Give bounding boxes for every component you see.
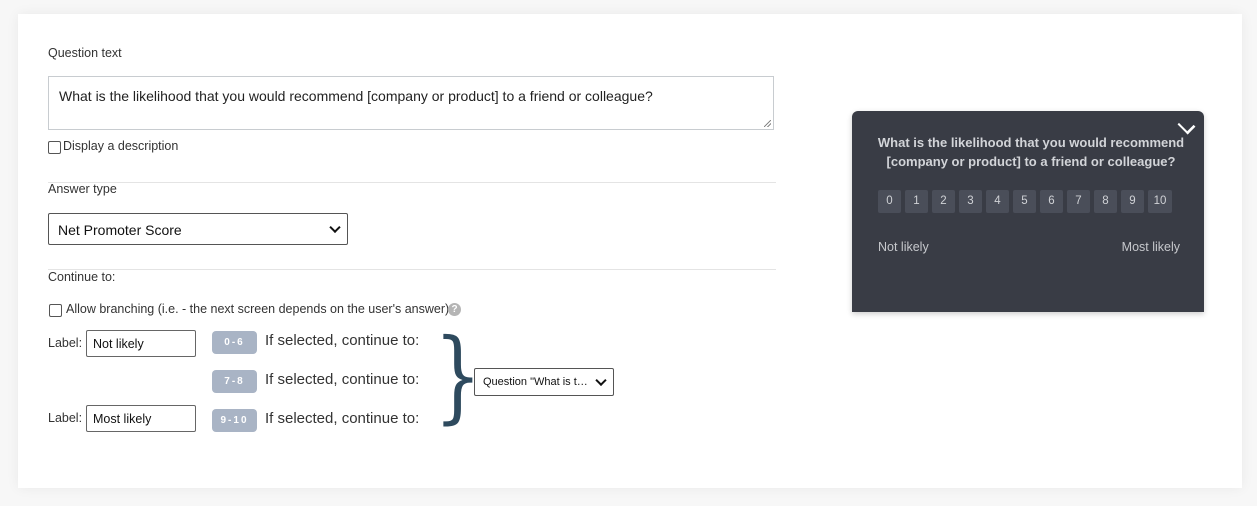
allow-branching-label[interactable]: Allow branching (i.e. - the next screen … [66,302,449,316]
range-badge: 0-6 [212,331,257,354]
divider [48,182,776,183]
resize-grip-icon[interactable] [764,120,771,127]
label-prefix: Label: [48,336,83,350]
continue-text: If selected, continue to: [265,332,420,349]
nps-option[interactable]: 8 [1094,190,1117,213]
nps-option[interactable]: 0 [878,190,901,213]
nps-option[interactable]: 2 [932,190,955,213]
preview-low-label: Not likely [878,240,929,254]
chevron-down-icon[interactable] [1177,116,1196,135]
low-label-input[interactable]: Not likely [86,330,196,357]
nps-option[interactable]: 10 [1148,190,1172,213]
answer-type-select[interactable]: Net Promoter Score [48,213,348,245]
question-editor-card: Question text What is the likelihood tha… [18,14,1242,488]
chevron-down-icon [595,374,607,387]
display-description-checkbox[interactable] [48,141,61,154]
continue-to-label: Continue to: [48,270,116,284]
destination-select[interactable]: Question "What is t… [474,368,614,396]
nps-option[interactable]: 7 [1067,190,1090,213]
nps-option[interactable]: 6 [1040,190,1063,213]
label-prefix: Label: [48,411,83,425]
preview-high-label: Most likely [1121,240,1180,254]
divider [48,269,776,270]
question-text-input[interactable]: What is the likelihood that you would re… [48,76,774,130]
question-circle-icon[interactable]: ? [448,303,461,316]
nps-option[interactable]: 9 [1121,190,1144,213]
question-text-label: Question text [48,46,122,60]
nps-scale: 0 1 2 3 4 5 6 7 8 9 10 [878,190,1172,213]
destination-value: Question "What is t… [483,376,588,388]
nps-option[interactable]: 1 [905,190,928,213]
nps-option[interactable]: 3 [959,190,982,213]
preview-question: What is the likelihood that you would re… [877,135,1185,169]
high-label-input[interactable]: Most likely [86,405,196,432]
allow-branching-checkbox[interactable] [49,304,62,317]
display-description-label[interactable]: Display a description [63,139,178,153]
nps-option[interactable]: 4 [986,190,1009,213]
continue-text: If selected, continue to: [265,371,420,388]
question-text-value: What is the likelihood that you would re… [59,88,653,104]
high-label-value: Most likely [93,412,152,426]
low-label-value: Not likely [93,337,144,351]
answer-type-value: Net Promoter Score [58,222,182,238]
nps-option[interactable]: 5 [1013,190,1036,213]
continue-text: If selected, continue to: [265,410,420,427]
survey-preview: What is the likelihood that you would re… [852,111,1204,312]
range-badge: 7-8 [212,370,257,393]
range-badge: 9-10 [212,409,257,432]
answer-type-label: Answer type [48,182,117,196]
chevron-down-icon [329,221,341,234]
